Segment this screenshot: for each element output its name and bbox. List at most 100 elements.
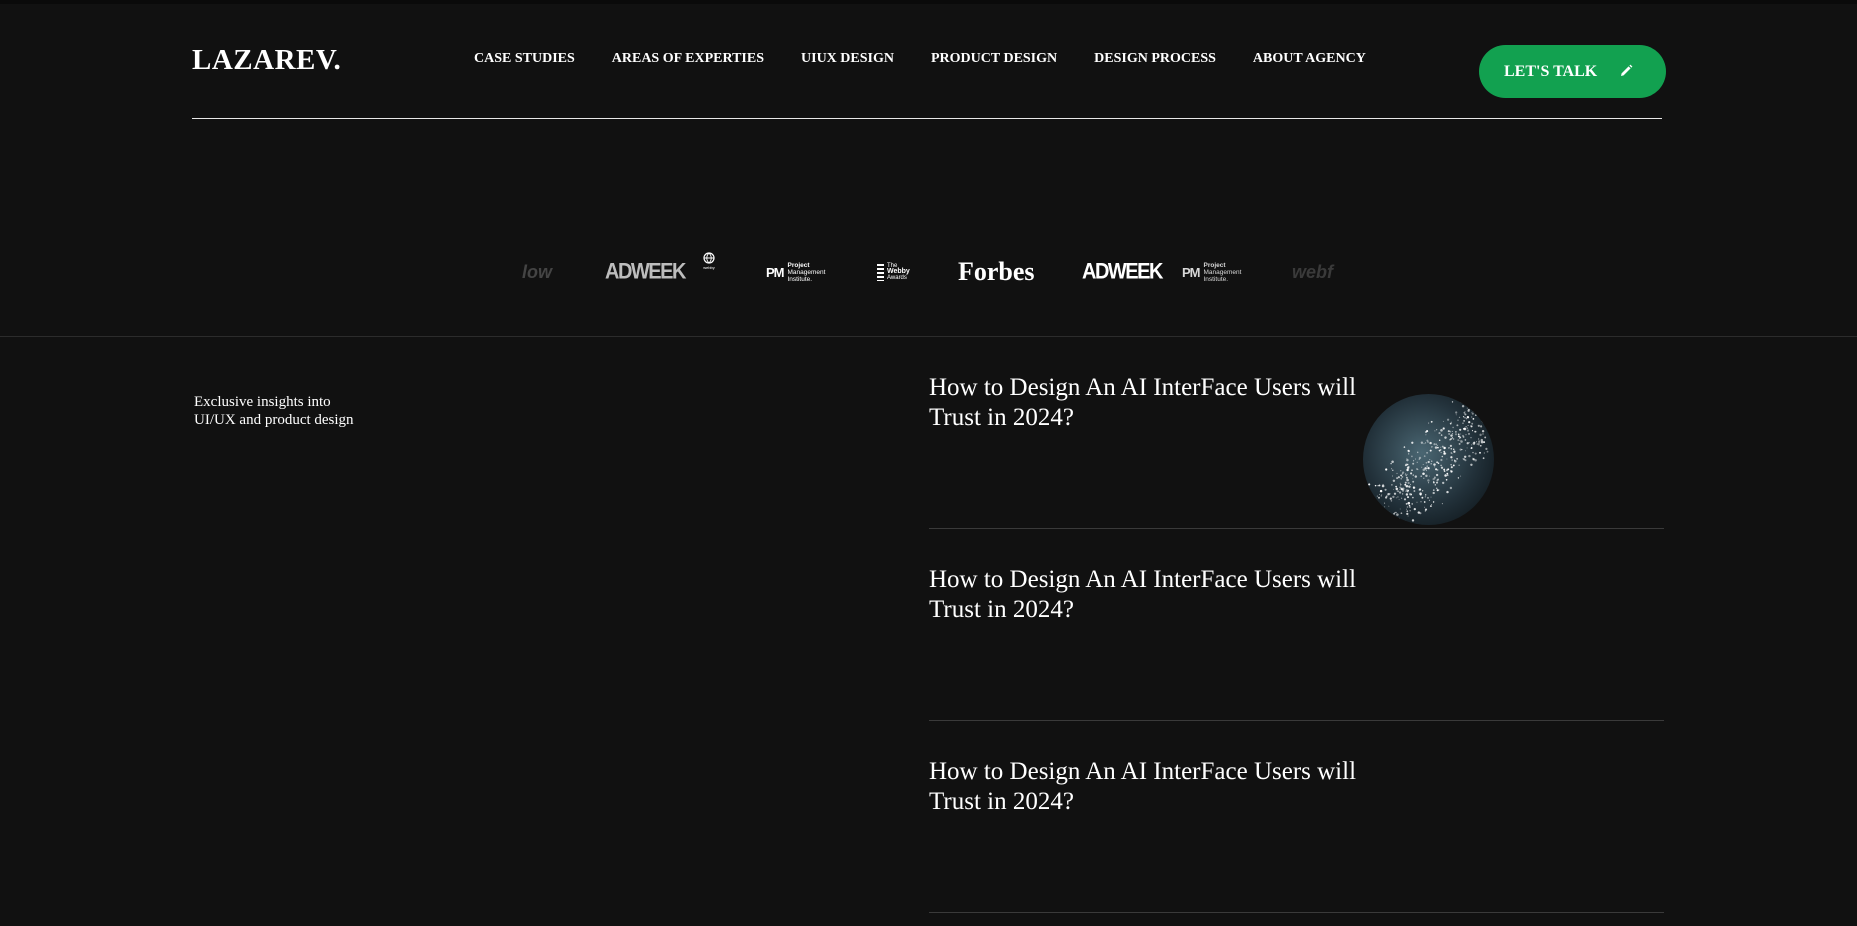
particle-dot bbox=[1427, 441, 1429, 443]
particle-dot bbox=[1446, 472, 1449, 475]
particle-dot bbox=[1466, 415, 1470, 419]
particle-dot bbox=[1484, 436, 1487, 439]
particle-dot bbox=[1472, 458, 1475, 461]
pmi-line3: Institute. bbox=[787, 275, 813, 283]
particle-dot bbox=[1399, 486, 1401, 488]
particle-dot bbox=[1471, 412, 1473, 414]
particle-dot bbox=[1423, 443, 1425, 445]
particle-dot bbox=[1477, 442, 1480, 445]
particle-dot bbox=[1449, 444, 1453, 448]
particle-dot bbox=[1423, 501, 1426, 503]
webflow-logo-partial: low bbox=[522, 252, 552, 292]
particle-dot bbox=[1474, 458, 1477, 462]
particle-dot bbox=[1425, 442, 1427, 444]
nav-about-agency[interactable]: ABOUT AGENCY bbox=[1253, 51, 1366, 67]
particle-dot bbox=[1450, 452, 1453, 454]
particle-dot bbox=[1406, 473, 1408, 475]
particle-dot bbox=[1464, 455, 1467, 458]
particle-dot bbox=[1378, 493, 1380, 495]
particle-dot bbox=[1446, 490, 1449, 494]
particle-dot bbox=[1426, 451, 1429, 454]
particle-dot bbox=[1446, 458, 1448, 460]
article-title[interactable]: How to Design An AI InterFace Users will… bbox=[929, 565, 1409, 625]
particle-dot bbox=[1418, 458, 1421, 460]
particle-dot bbox=[1394, 517, 1397, 520]
particle-dot bbox=[1477, 412, 1481, 415]
adweek-logo-text-2: ADWEEK bbox=[1082, 259, 1163, 284]
article-item[interactable]: How to Design An AI InterFace Users will… bbox=[929, 337, 1664, 529]
particle-dot bbox=[1413, 507, 1416, 511]
particle-dot bbox=[1429, 459, 1431, 461]
particle-dot bbox=[1477, 438, 1480, 440]
particle-dot bbox=[1485, 419, 1488, 423]
particle-dot bbox=[1457, 419, 1459, 421]
particle-dot bbox=[1368, 483, 1371, 486]
particle-dot bbox=[1469, 421, 1471, 423]
particle-dot bbox=[1406, 510, 1409, 513]
particle-dot bbox=[1454, 433, 1458, 436]
particle-dot bbox=[1418, 488, 1421, 491]
particle-dot bbox=[1481, 420, 1485, 423]
particle-dot bbox=[1445, 469, 1449, 472]
particle-dot bbox=[1460, 440, 1463, 443]
particle-dot bbox=[1480, 440, 1484, 444]
particle-dot bbox=[1441, 445, 1444, 448]
particle-dot bbox=[1375, 502, 1378, 505]
particle-dot bbox=[1449, 438, 1451, 441]
site-logo[interactable]: LAZAREV. bbox=[192, 44, 341, 77]
particle-dot bbox=[1470, 447, 1473, 450]
particle-dot bbox=[1420, 475, 1422, 477]
particle-dot bbox=[1409, 506, 1411, 508]
particle-dot bbox=[1489, 406, 1492, 410]
particle-dot bbox=[1390, 500, 1392, 502]
article-item[interactable]: How to Design An AI InterFace Users will… bbox=[929, 721, 1664, 913]
particle-dot bbox=[1480, 425, 1483, 428]
particle-dot bbox=[1473, 399, 1476, 401]
adweek-logo-text: ADWEEK bbox=[605, 259, 686, 284]
lets-talk-button[interactable]: LET'S TALK bbox=[1479, 45, 1666, 98]
particle-dot bbox=[1384, 506, 1386, 508]
particle-dot bbox=[1411, 503, 1413, 505]
particle-dot bbox=[1432, 491, 1435, 495]
particle-dot bbox=[1391, 460, 1394, 464]
particle-dot bbox=[1475, 407, 1478, 410]
particle-dot bbox=[1364, 491, 1367, 494]
particle-dot bbox=[1443, 470, 1446, 473]
particle-dot bbox=[1459, 440, 1461, 442]
particle-dot bbox=[1416, 461, 1418, 463]
particle-dot bbox=[1451, 437, 1454, 439]
particle-dot bbox=[1444, 436, 1447, 439]
particle-dot bbox=[1424, 510, 1426, 512]
nav-uiux-design[interactable]: UIUX DESIGN bbox=[801, 51, 894, 67]
particle-dot bbox=[1391, 468, 1393, 470]
nav-areas-of-expertise[interactable]: AREAS OF EXPERTIES bbox=[612, 51, 764, 67]
particle-dot bbox=[1437, 462, 1440, 465]
particle-dot bbox=[1407, 501, 1411, 505]
particle-dot bbox=[1434, 466, 1436, 468]
particle-dot bbox=[1435, 481, 1439, 484]
article-item[interactable]: How to Design An AI InterFace Users will… bbox=[929, 529, 1664, 721]
particle-dot bbox=[1371, 522, 1373, 524]
particle-dot bbox=[1423, 473, 1425, 475]
particle-dot bbox=[1475, 441, 1477, 443]
particle-dot bbox=[1392, 521, 1395, 525]
particle-dot bbox=[1455, 414, 1457, 416]
webby-awards-logo: The Webby Awards bbox=[877, 252, 910, 292]
nav-design-process[interactable]: DESIGN PROCESS bbox=[1094, 51, 1216, 67]
particle-dot bbox=[1434, 430, 1436, 432]
article-title[interactable]: How to Design An AI InterFace Users will… bbox=[929, 373, 1409, 433]
particle-dot bbox=[1388, 513, 1391, 516]
particle-dot bbox=[1442, 481, 1445, 485]
particle-dot bbox=[1395, 485, 1397, 488]
particle-dot bbox=[1476, 443, 1479, 445]
particle-dot bbox=[1457, 439, 1459, 441]
particle-dot bbox=[1400, 478, 1402, 480]
nav-case-studies[interactable]: CASE STUDIES bbox=[474, 51, 575, 67]
particle-dot bbox=[1416, 451, 1419, 454]
nav-product-design[interactable]: PRODUCT DESIGN bbox=[931, 51, 1057, 67]
particle-dot bbox=[1460, 401, 1462, 404]
particle-dot bbox=[1459, 396, 1462, 400]
article-title[interactable]: How to Design An AI InterFace Users will… bbox=[929, 757, 1409, 817]
particle-dot bbox=[1459, 438, 1461, 439]
particle-dot bbox=[1384, 502, 1386, 504]
